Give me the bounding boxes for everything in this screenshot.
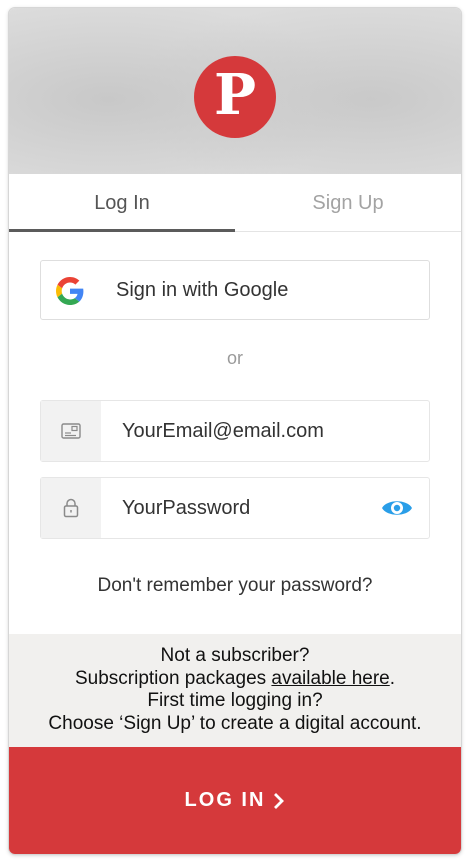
tab-log-in[interactable]: Log In: [9, 174, 235, 232]
chevron-right-icon: [274, 792, 285, 809]
forgot-password-link[interactable]: Don't remember your password?: [9, 575, 461, 597]
logo-letter: P: [213, 62, 257, 128]
tab-sign-up[interactable]: Sign Up: [235, 174, 461, 232]
dialog-header: P: [9, 8, 461, 174]
or-divider: or: [226, 348, 243, 368]
info-line-not-subscriber: Not a subscriber?: [160, 645, 310, 666]
available-here-link[interactable]: available here: [271, 668, 389, 689]
email-icon-box: [41, 401, 101, 461]
google-g-icon: [56, 277, 84, 305]
password-input[interactable]: [122, 478, 382, 538]
eye-icon[interactable]: [381, 496, 413, 520]
sign-in-with-google-button[interactable]: Sign in with Google: [40, 260, 430, 320]
info-line-packages: Subscription packages available here.: [9, 668, 461, 691]
email-field: [40, 400, 430, 462]
google-button-label: Sign in with Google: [116, 279, 289, 301]
email-input[interactable]: [122, 401, 382, 461]
info-packages-prefix: Subscription packages: [74, 667, 272, 689]
login-dialog: P Log In Sign Up Sign in with Google or: [9, 8, 461, 854]
password-icon-box: [41, 478, 101, 538]
brand-logo: P: [194, 56, 276, 138]
subscriber-info: Not a subscriber? Subscription packages …: [9, 634, 461, 747]
info-packages-suffix: .: [389, 667, 396, 689]
log-in-button[interactable]: LOG IN: [9, 747, 461, 854]
lock-icon: [63, 498, 79, 518]
info-line-sign-up-hint: Choose ‘Sign Up’ to create a digital acc…: [48, 712, 422, 734]
password-field: [40, 477, 430, 539]
active-tab-indicator: [9, 229, 235, 232]
auth-tabs: Log In Sign Up: [9, 174, 461, 232]
log-in-button-label: LOG IN: [184, 789, 266, 811]
info-line-first-time: First time logging in?: [147, 690, 323, 711]
envelope-icon: [61, 423, 81, 439]
